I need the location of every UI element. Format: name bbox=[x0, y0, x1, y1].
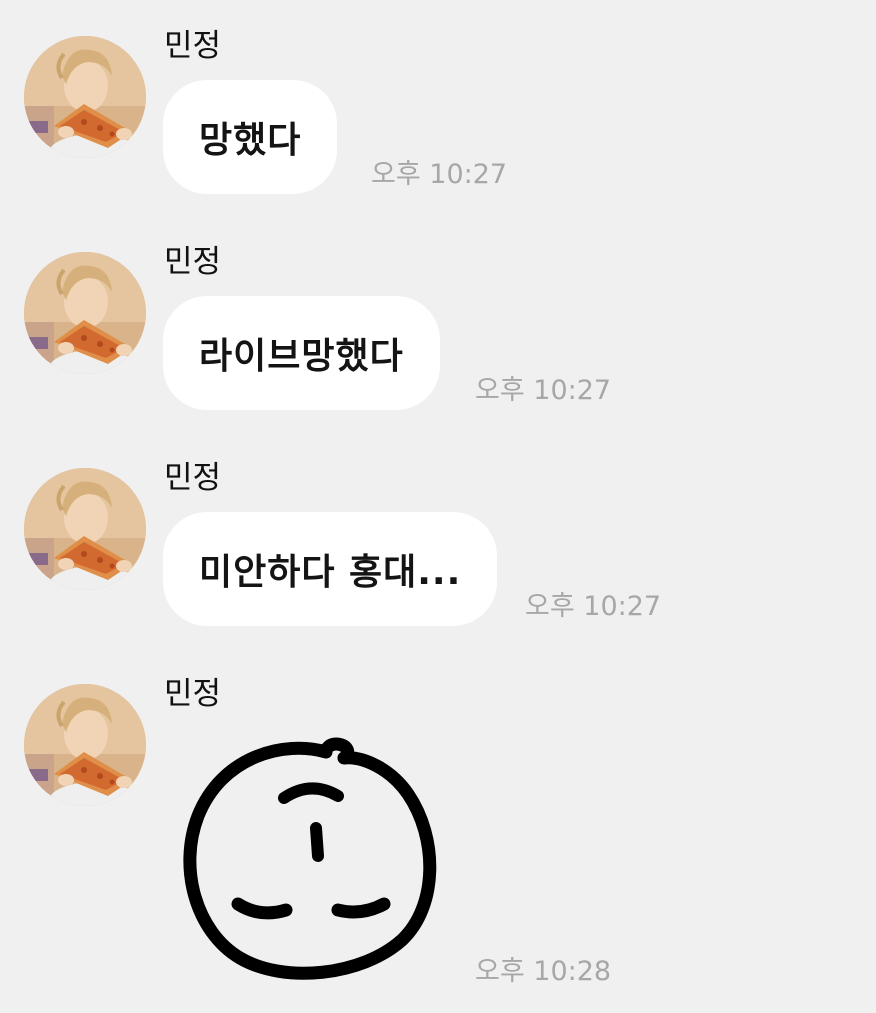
message-text: 미안하다 홍대... bbox=[199, 552, 462, 593]
message-bubble[interactable]: 미안하다 홍대... bbox=[163, 512, 498, 626]
avatar[interactable] bbox=[24, 684, 146, 806]
avatar[interactable] bbox=[24, 252, 146, 374]
sleeping-face-icon bbox=[183, 737, 437, 980]
sender-name: 민정 bbox=[164, 244, 222, 280]
message-text: 라이브망했다 bbox=[199, 336, 404, 377]
message-text: 망했다 bbox=[199, 120, 302, 161]
sleeping-face-sticker[interactable] bbox=[176, 736, 448, 986]
message-timestamp: 오후 10:27 bbox=[475, 375, 612, 406]
message-timestamp: 오후 10:28 bbox=[475, 956, 612, 987]
message-bubble[interactable]: 망했다 bbox=[163, 80, 338, 194]
message-timestamp: 오후 10:27 bbox=[525, 591, 662, 622]
message-bubble[interactable]: 라이브망했다 bbox=[163, 296, 440, 410]
avatar[interactable] bbox=[24, 468, 146, 590]
sender-name: 민정 bbox=[164, 28, 222, 64]
avatar[interactable] bbox=[24, 36, 146, 158]
sender-name: 민정 bbox=[164, 460, 222, 496]
sender-name: 민정 bbox=[164, 676, 222, 712]
message-timestamp: 오후 10:27 bbox=[371, 159, 508, 190]
